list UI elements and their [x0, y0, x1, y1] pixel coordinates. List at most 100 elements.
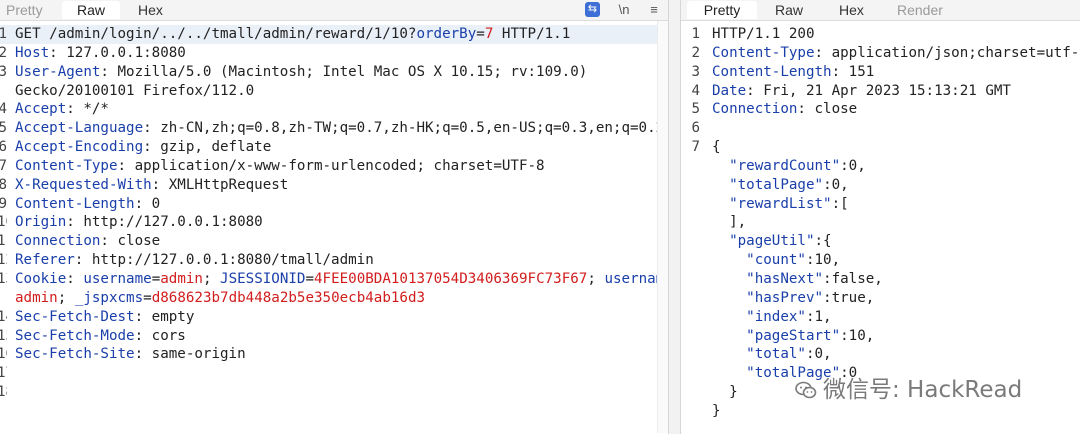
- line-number: 15: [0, 327, 7, 346]
- code-line: 17: [0, 364, 668, 383]
- tab-response-hex[interactable]: Hex: [839, 1, 873, 19]
- code-line: 6: [681, 119, 1080, 138]
- response-pane: Pretty Raw Hex Render 1 HTTP/1.1 200 2 Cont…: [680, 0, 1080, 434]
- code-token: :{: [814, 233, 832, 250]
- response-tabbar: Pretty Raw Hex Render: [681, 0, 1080, 21]
- code-token: : XMLHttpRequest: [151, 176, 289, 193]
- code-token: : close: [100, 233, 161, 250]
- line-text: Connection: close: [15, 232, 160, 251]
- line-text: Accept: */*: [15, 100, 109, 119]
- code-line: 3 User-Agent: Mozilla/5.0 (Macintosh; Int…: [0, 63, 668, 82]
- code-token: :0,: [840, 157, 866, 174]
- code-token: Accept-Language: [15, 120, 144, 137]
- code-line: 1 HTTP/1.1 200: [681, 25, 1080, 44]
- code-token: _jspxcms: [74, 289, 144, 306]
- tab-request-pretty[interactable]: Pretty: [6, 1, 56, 19]
- code-line: 8 X-Requested-With: XMLHttpRequest: [0, 176, 668, 195]
- line-text: Sec-Fetch-Dest: empty: [15, 308, 194, 327]
- line-number: 3: [0, 63, 7, 82]
- tab-response-pretty[interactable]: Pretty: [687, 1, 757, 19]
- code-token: =: [151, 270, 161, 287]
- code-line: 11 Connection: close: [0, 232, 668, 251]
- wrap-lines-icon[interactable]: ⇆: [585, 2, 600, 17]
- line-text: ],: [712, 213, 746, 232]
- line-text: HTTP/1.1 200: [712, 25, 815, 44]
- line-number: 11: [0, 232, 7, 251]
- line-number: 4: [0, 100, 7, 119]
- code-line: "count":10,: [681, 251, 1080, 270]
- code-token: Content-Type: [712, 44, 815, 61]
- request-scrollbar[interactable]: [657, 21, 668, 433]
- code-token: Cookie: [15, 270, 67, 287]
- tab-response-raw[interactable]: Raw: [775, 1, 811, 19]
- line-number: 14: [0, 308, 7, 327]
- line-number: 1: [0, 25, 7, 44]
- code-line: 9 Content-Length: 0: [0, 195, 668, 214]
- code-token: }: [712, 402, 721, 419]
- code-token: :false,: [823, 270, 883, 287]
- request-editor[interactable]: 1 GET /admin/login/../../tmall/admin/rewa…: [0, 25, 668, 402]
- code-token: }: [712, 384, 738, 401]
- code-line: 7{: [681, 138, 1080, 157]
- line-number: 16: [0, 345, 7, 364]
- code-token: :: [66, 270, 84, 287]
- line-number: 2: [691, 44, 700, 61]
- code-line: 2 Host: 127.0.0.1:8080: [0, 44, 668, 63]
- response-editor[interactable]: 1 HTTP/1.1 200 2 Content-Type: application/…: [681, 25, 1080, 421]
- line-number: 1: [691, 26, 700, 42]
- newline-toggle-icon[interactable]: \n: [615, 1, 633, 18]
- line-text: Cookie: username=admin; JSESSIONID=4FEE0…: [15, 270, 668, 289]
- line-text: }: [712, 402, 721, 421]
- tab-request-hex[interactable]: Hex: [138, 1, 178, 19]
- burp-request-response-view: Pretty Raw Hex ⇆ \n ≡ 1 GET /admin/login/…: [0, 0, 1080, 434]
- code-line: 12 Referer: http://127.0.0.1:8080/tmall/a…: [0, 251, 668, 270]
- code-token: Sec-Fetch-Dest: [15, 308, 135, 325]
- code-token: ],: [712, 214, 747, 231]
- line-text: "pageStart":10,: [712, 327, 874, 346]
- code-token: Connection: [15, 233, 101, 250]
- request-tabbar: Pretty Raw Hex ⇆ \n ≡: [0, 0, 668, 21]
- line-number: 5: [0, 119, 7, 138]
- code-token: "count": [746, 252, 806, 269]
- line-text: "rewardCount":0,: [712, 157, 866, 176]
- code-line: 4 Date: Fri, 21 Apr 2023 15:13:21 GMT: [681, 82, 1080, 101]
- code-token: Date: [712, 82, 747, 99]
- tab-response-render[interactable]: Render: [897, 1, 949, 19]
- code-token: : zh-CN,zh;q=0.8,zh-TW;q=0.7,zh-HK;q=0.5…: [143, 120, 665, 137]
- code-token: GET /admin/login/../../tmall/admin/rewar…: [15, 26, 417, 42]
- code-token: Accept: [15, 101, 67, 118]
- line-text: "index":1,: [712, 308, 831, 327]
- pane-divider[interactable]: [669, 0, 680, 434]
- code-token: : http://127.0.0.1:8080: [66, 214, 263, 231]
- line-text: Accept-Encoding: gzip, deflate: [15, 138, 271, 157]
- line-number: 3: [691, 63, 700, 80]
- code-line: 10 Origin: http://127.0.0.1:8080: [0, 213, 668, 232]
- code-token: Content-Length: [712, 63, 832, 80]
- line-text: Connection: close: [712, 100, 857, 119]
- line-text: Accept-Language: zh-CN,zh;q=0.8,zh-TW;q=…: [15, 119, 664, 138]
- line-text: X-Requested-With: XMLHttpRequest: [15, 176, 288, 195]
- code-line: 1 GET /admin/login/../../tmall/admin/rewa…: [0, 25, 668, 44]
- line-number: 13: [0, 270, 7, 289]
- line-number: 6: [0, 138, 7, 157]
- request-pane: Pretty Raw Hex ⇆ \n ≡ 1 GET /admin/login/…: [0, 0, 669, 434]
- code-line: admin; _jspxcms=d868623b7db448a2b5e350ec…: [0, 289, 668, 308]
- code-token: Origin: [15, 214, 67, 231]
- line-number: 2: [0, 44, 7, 63]
- code-line: "rewardCount":0,: [681, 157, 1080, 176]
- code-token: HTTP/1.1: [493, 26, 571, 42]
- code-token: "hasNext": [746, 270, 824, 287]
- tab-request-raw[interactable]: Raw: [62, 1, 120, 19]
- code-token: "pageStart": [746, 327, 841, 344]
- line-text: "hasPrev":true,: [712, 289, 874, 308]
- code-line: "pageUtil":{: [681, 232, 1080, 251]
- menu-icon[interactable]: ≡: [647, 1, 661, 18]
- code-token: User-Agent: [15, 63, 101, 80]
